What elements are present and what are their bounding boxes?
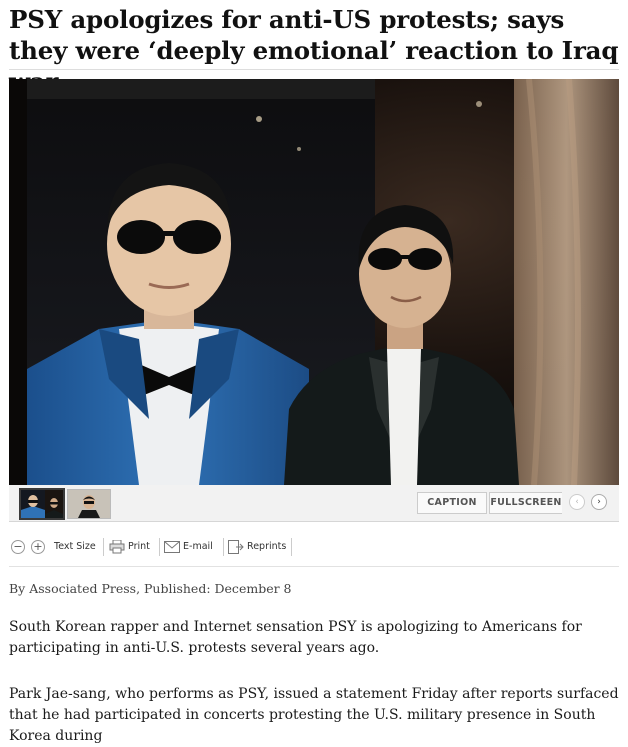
reprints-label: Reprints	[247, 541, 287, 552]
print-label: Print	[128, 541, 150, 552]
headline-divider	[9, 69, 619, 70]
decrease-text-size-button[interactable]: −	[11, 540, 25, 554]
caption-button[interactable]: CAPTION	[417, 492, 487, 514]
fullscreen-button[interactable]: FULLSCREEN	[489, 492, 562, 514]
photo-illustration	[9, 79, 619, 485]
text-size-label: Text Size	[54, 541, 96, 552]
gallery-strip: CAPTION FULLSCREEN ‹ ›	[9, 485, 619, 522]
toolbar-divider	[223, 538, 224, 556]
email-label: E-mail	[183, 541, 213, 552]
reprints-icon	[228, 539, 244, 554]
printer-icon	[109, 539, 125, 553]
toolbar-divider	[159, 538, 160, 556]
article-tools: − + Text Size Print E-mail Reprints	[9, 530, 619, 562]
previous-photo-button[interactable]: ‹	[569, 494, 585, 510]
main-photo[interactable]	[9, 79, 619, 485]
gallery-thumbnail-2[interactable]	[67, 489, 111, 519]
gallery-thumbnail-1[interactable]	[19, 488, 65, 520]
article-paragraph: South Korean rapper and Internet sensati…	[9, 619, 582, 656]
envelope-icon	[164, 540, 180, 553]
thumbnail-image	[21, 490, 63, 518]
toolbar-divider-line	[9, 566, 619, 567]
next-photo-button[interactable]: ›	[591, 494, 607, 510]
article-paragraph: Park Jae-sang, who performs as PSY, issu…	[9, 686, 619, 744]
toolbar-divider	[103, 538, 104, 556]
print-button[interactable]: Print	[109, 539, 150, 555]
article-byline: By Associated Press, Published: December…	[9, 581, 292, 596]
email-button[interactable]: E-mail	[164, 539, 213, 555]
reprints-button[interactable]: Reprints	[228, 539, 286, 555]
increase-text-size-button[interactable]: +	[31, 540, 45, 554]
toolbar-divider	[291, 538, 292, 556]
thumbnail-image	[68, 490, 110, 518]
